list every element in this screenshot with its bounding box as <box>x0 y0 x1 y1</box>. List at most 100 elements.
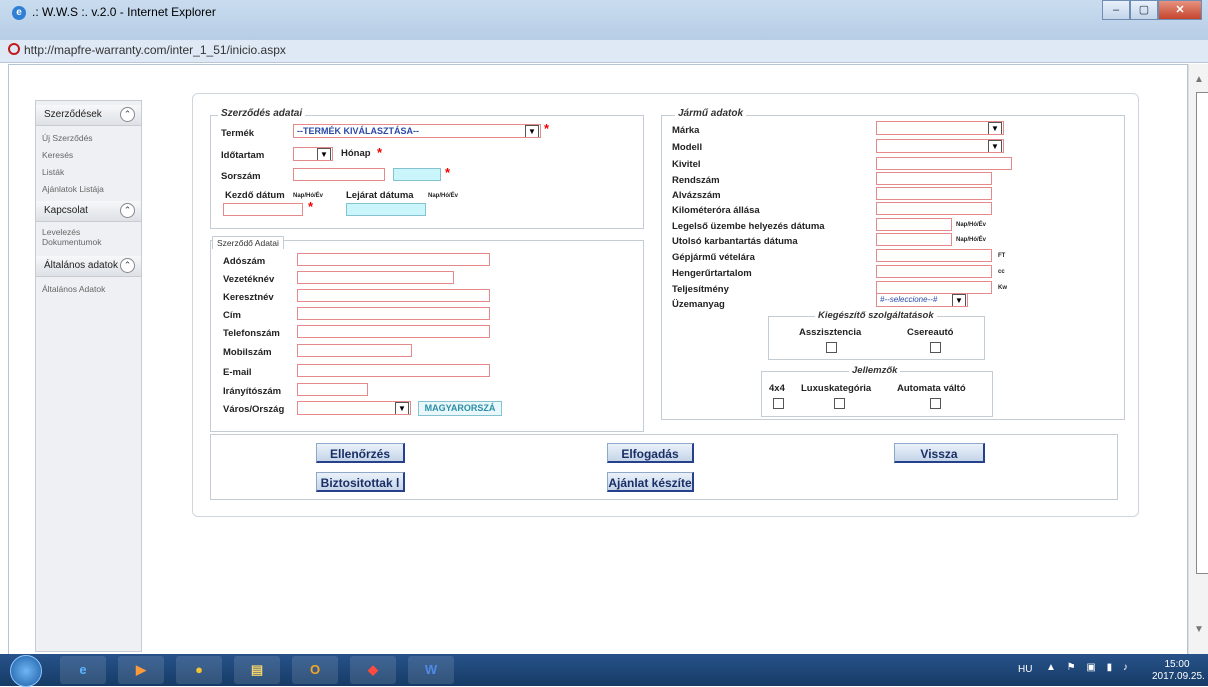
chevron-down-icon[interactable]: ▼ <box>317 148 331 160</box>
country-field[interactable]: MAGYARORSZÁ <box>418 401 502 416</box>
odometer-input[interactable] <box>876 202 992 215</box>
sidebar-section-title: Általános adatok <box>44 260 118 271</box>
minimize-button[interactable]: ‒ <box>1102 0 1130 20</box>
serial-label: Sorszám <box>221 171 261 182</box>
plate-input[interactable] <box>876 172 992 185</box>
chevron-down-icon[interactable]: ▼ <box>988 122 1002 134</box>
option-label: 4x4 <box>769 383 785 394</box>
postal-code-input[interactable] <box>297 383 368 396</box>
duration-label: Időtartam <box>221 150 265 161</box>
replacement-car-checkbox[interactable] <box>930 342 941 353</box>
sidebar-item-general-data[interactable]: Általános Adatok <box>42 284 105 294</box>
sidebar-item-new-contract[interactable]: Új Szerződés <box>42 133 93 143</box>
city-select[interactable]: ▼ <box>297 401 411 415</box>
duration-select[interactable]: ▼ <box>293 147 333 161</box>
tax-number-input[interactable] <box>297 253 490 266</box>
ie-taskbar-icon[interactable]: e <box>60 656 106 684</box>
option-label: Automata váltó <box>897 383 966 394</box>
luxury-checkbox[interactable] <box>834 398 845 409</box>
last-service-input[interactable] <box>876 233 952 246</box>
assistance-checkbox[interactable] <box>826 342 837 353</box>
option-label: Asszisztencia <box>799 327 862 338</box>
close-button[interactable]: ✕ <box>1158 0 1202 20</box>
outlook-taskbar-icon[interactable]: O <box>292 656 338 684</box>
media-taskbar-icon[interactable]: ▶ <box>118 656 164 684</box>
date-format-hint: Nap/Hó/Év <box>956 222 987 228</box>
chevron-down-icon[interactable]: ▼ <box>988 140 1002 152</box>
sidebar-item-quote-list[interactable]: Ajánlatok Listája <box>42 184 104 194</box>
window-controls: ‒ ▢ ✕ <box>1102 0 1202 20</box>
scrollbar-thumb[interactable] <box>1196 92 1208 574</box>
clock[interactable]: 15:00 2017.09.25. <box>1152 659 1205 683</box>
mobile-input[interactable] <box>297 344 412 357</box>
chevron-down-icon[interactable]: ▼ <box>952 294 966 306</box>
field-label: Telefonszám <box>223 328 280 339</box>
model-select[interactable]: ▼ <box>876 139 1004 153</box>
sidebar-item-lists[interactable]: Listák <box>42 167 64 177</box>
sidebar-section-title: Kapcsolat <box>44 205 88 216</box>
brand-select[interactable]: ▼ <box>876 121 1004 135</box>
start-button[interactable] <box>10 655 42 687</box>
back-button[interactable]: Vissza <box>894 443 985 463</box>
email-field[interactable] <box>297 364 490 377</box>
chevron-down-icon[interactable]: ▼ <box>525 125 539 137</box>
pdf-taskbar-icon[interactable]: ◆ <box>350 656 396 684</box>
clock-date: 2017.09.25. <box>1152 671 1205 682</box>
address-input[interactable] <box>297 307 490 320</box>
sidebar-section-contact[interactable]: Kapcsolat ⌃ <box>36 201 141 222</box>
field-label: Utolsó karbantartás dátuma <box>672 236 798 247</box>
option-label: Csereautó <box>907 327 954 338</box>
insured-list-button[interactable]: Biztositottak l <box>316 472 405 492</box>
folder-taskbar-icon[interactable]: ▤ <box>234 656 280 684</box>
collapse-icon[interactable]: ⌃ <box>120 107 135 122</box>
create-quote-button[interactable]: Ajánlat készíte <box>607 472 694 492</box>
fuel-select[interactable]: #--seleccione--# ▼ <box>876 293 968 307</box>
sidebar-section-contracts[interactable]: Szerződések ⌃ <box>36 105 141 126</box>
serial-suffix-input[interactable] <box>393 168 441 181</box>
product-select[interactable]: --TERMÉK KIVÁLASZTÁSA-- ▼ <box>293 124 541 138</box>
volume-unit: cc <box>998 269 1005 275</box>
price-input[interactable] <box>876 249 992 262</box>
collapse-icon[interactable]: ⌃ <box>120 203 135 218</box>
first-name-input[interactable] <box>297 289 490 302</box>
product-label: Termék <box>221 128 255 139</box>
language-indicator[interactable]: HU <box>1018 664 1032 675</box>
engine-volume-input[interactable] <box>876 265 992 278</box>
accept-button[interactable]: Elfogadás <box>607 443 694 463</box>
sidebar-item-search[interactable]: Keresés <box>42 150 73 160</box>
first-registration-input[interactable] <box>876 218 952 231</box>
body-type-input[interactable] <box>876 157 1012 170</box>
end-date-format: Nap/Hó/Év <box>428 193 459 199</box>
phone-input[interactable] <box>297 325 490 338</box>
maximize-button[interactable]: ▢ <box>1130 0 1158 20</box>
scroll-up-icon[interactable]: ▲ <box>1194 74 1204 85</box>
field-label: Város/Ország <box>223 404 285 415</box>
last-name-input[interactable] <box>297 271 454 284</box>
field-label: Alvázszám <box>672 190 721 201</box>
word-taskbar-icon[interactable]: W <box>408 656 454 684</box>
field-label: Vezetéknév <box>223 274 275 285</box>
date-format-hint: Nap/Hó/Év <box>956 237 987 243</box>
collapse-icon[interactable]: ⌃ <box>120 258 135 273</box>
field-label: Márka <box>672 125 700 136</box>
start-date-label: Kezdő dátum <box>225 190 285 201</box>
scroll-down-icon[interactable]: ▼ <box>1194 624 1204 635</box>
end-date-input[interactable] <box>346 203 426 216</box>
awd-checkbox[interactable] <box>773 398 784 409</box>
chevron-down-icon[interactable]: ▼ <box>395 402 409 414</box>
required-marker: * <box>445 165 451 180</box>
sidebar-item-correspondence[interactable]: Levelezés Dokumentumok <box>42 227 112 247</box>
serial-input[interactable] <box>293 168 385 181</box>
chrome-taskbar-icon[interactable]: ● <box>176 656 222 684</box>
contract-legend: Szerződés adatai <box>218 108 306 119</box>
chassis-input[interactable] <box>876 187 992 200</box>
automatic-checkbox[interactable] <box>930 398 941 409</box>
url-text[interactable]: http://mapfre-warranty.com/inter_1_51/in… <box>24 43 286 57</box>
required-marker: * <box>308 199 314 214</box>
sidebar-section-general[interactable]: Általános adatok ⌃ <box>36 256 141 277</box>
field-label: Adószám <box>223 256 266 267</box>
check-button[interactable]: Ellenőrzés <box>316 443 405 463</box>
start-date-input[interactable] <box>223 203 303 216</box>
tab-contractor-data[interactable]: Szerződő Adatai <box>212 236 284 249</box>
tray-icons[interactable]: ▲ ⚑ ▣ ▮ ♪ <box>1046 662 1132 673</box>
